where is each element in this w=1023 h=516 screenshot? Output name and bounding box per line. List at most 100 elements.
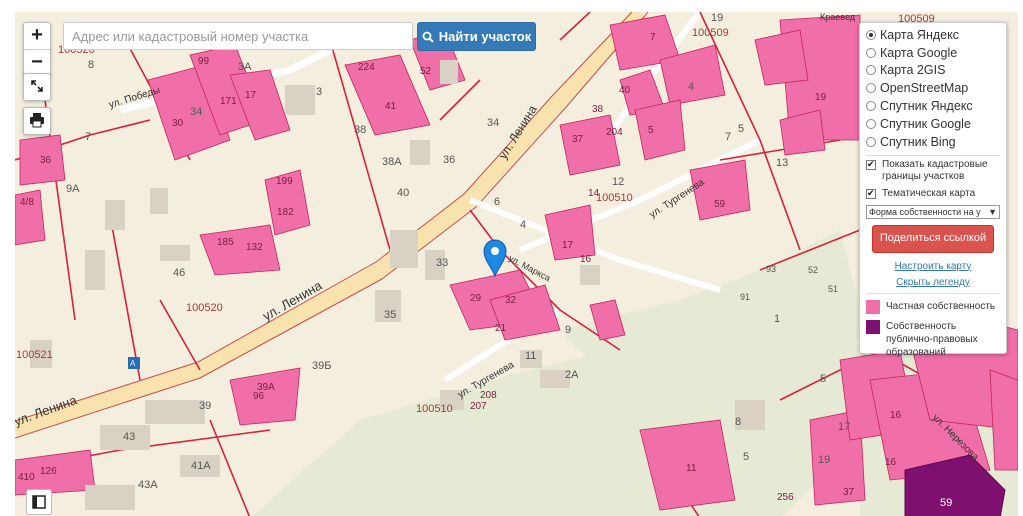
zoom-out-button[interactable]: − — [24, 49, 50, 76]
svg-text:91: 91 — [740, 292, 750, 302]
layer-google-satellite[interactable]: Спутник Google — [866, 115, 1000, 133]
svg-text:204: 204 — [606, 127, 623, 138]
svg-text:100521: 100521 — [16, 349, 53, 361]
svg-text:4/8: 4/8 — [20, 197, 34, 208]
svg-text:34: 34 — [190, 106, 202, 118]
svg-text:37: 37 — [843, 487, 855, 498]
svg-text:9: 9 — [565, 324, 571, 336]
select-value: Форма собственности на у — [869, 206, 981, 217]
radio-icon — [866, 47, 876, 58]
svg-text:51: 51 — [828, 284, 838, 294]
layer-google-map[interactable]: Карта Google — [866, 44, 1000, 62]
svg-text:7: 7 — [85, 131, 91, 143]
radio-icon — [866, 65, 876, 76]
zoom-in-button[interactable]: + — [24, 23, 50, 49]
layer-label: Карта Google — [880, 45, 958, 60]
svg-text:16: 16 — [890, 410, 902, 421]
svg-text:5: 5 — [648, 125, 654, 136]
svg-text:36: 36 — [40, 155, 52, 166]
layer-openstreetmap[interactable]: OpenStreetMap — [866, 79, 1000, 97]
svg-text:12: 12 — [612, 176, 624, 188]
legend-label: Частная собственность — [886, 300, 996, 312]
layer-bing-satellite[interactable]: Спутник Bing — [866, 133, 1000, 151]
svg-text:52: 52 — [420, 66, 432, 77]
svg-text:17: 17 — [245, 90, 257, 101]
divider — [866, 292, 1000, 294]
bottom-layer-toggle[interactable] — [26, 489, 52, 515]
svg-text:33: 33 — [436, 257, 448, 269]
find-parcel-label: Найти участок — [438, 29, 532, 44]
svg-text:207: 207 — [470, 401, 487, 412]
svg-text:8: 8 — [88, 59, 94, 71]
svg-text:17: 17 — [562, 240, 574, 251]
layer-2gis-map[interactable]: Карта 2GIS — [866, 62, 1000, 80]
layer-yandex-satellite[interactable]: Спутник Яндекс — [866, 97, 1000, 115]
svg-text:126: 126 — [40, 466, 57, 477]
layers-toggle-icon — [32, 495, 46, 509]
print-icon — [30, 113, 44, 128]
svg-text:40: 40 — [397, 187, 409, 199]
svg-text:16: 16 — [885, 457, 897, 468]
svg-text:17: 17 — [838, 421, 850, 433]
find-parcel-button[interactable]: Найти участок — [417, 22, 536, 51]
svg-text:5: 5 — [738, 123, 744, 135]
svg-text:3А: 3А — [238, 61, 252, 73]
svg-text:256: 256 — [777, 492, 794, 503]
svg-text:32: 32 — [505, 295, 517, 306]
svg-text:35: 35 — [384, 309, 396, 321]
svg-text:37: 37 — [572, 134, 584, 145]
checkbox-icon — [866, 187, 876, 199]
svg-text:93: 93 — [766, 264, 776, 274]
svg-text:30: 30 — [172, 118, 184, 129]
thematic-map-checkbox[interactable]: Тематическая карта — [866, 187, 1000, 200]
svg-text:41А: 41А — [191, 460, 211, 472]
svg-text:100509: 100509 — [692, 27, 729, 39]
svg-text:4: 4 — [688, 81, 694, 93]
layer-label: Спутник Bing — [880, 134, 956, 149]
svg-text:40: 40 — [619, 85, 631, 96]
svg-text:21: 21 — [495, 323, 507, 334]
svg-text:38: 38 — [592, 104, 604, 115]
svg-text:A: A — [130, 359, 136, 368]
legend-item-public: Собственность публично-правовых образова… — [866, 319, 1000, 359]
svg-text:7: 7 — [650, 32, 656, 43]
svg-text:100510: 100510 — [596, 192, 633, 204]
svg-text:38: 38 — [354, 124, 366, 136]
radio-icon — [866, 83, 876, 94]
svg-text:Краевед: Краевед — [820, 12, 856, 22]
legend-item-private: Частная собственность — [866, 299, 1000, 314]
svg-text:19: 19 — [818, 454, 830, 466]
print-button[interactable] — [23, 107, 51, 135]
fullscreen-button[interactable] — [23, 73, 51, 101]
thematic-select[interactable]: Форма собственности на у ▼ — [866, 204, 1000, 219]
svg-text:185: 185 — [217, 237, 234, 248]
expand-icon — [31, 80, 43, 92]
svg-text:132: 132 — [246, 242, 263, 253]
chevron-down-icon: ▼ — [988, 206, 997, 217]
svg-text:3: 3 — [316, 86, 322, 98]
svg-text:1: 1 — [774, 313, 780, 325]
svg-text:6: 6 — [494, 196, 500, 208]
layer-label: Карта 2GIS — [880, 63, 946, 78]
radio-icon — [866, 101, 876, 112]
svg-text:5: 5 — [820, 373, 826, 385]
share-link-button[interactable]: Поделиться ссылкой — [872, 224, 994, 253]
search-input[interactable] — [63, 22, 413, 50]
svg-text:36: 36 — [443, 154, 455, 166]
layer-yandex-map[interactable]: Карта Яндекс — [866, 26, 1000, 44]
location-marker — [483, 239, 507, 278]
configure-map-link[interactable]: Настроить карту — [866, 261, 1000, 272]
legend-label: Собственность публично-правовых образова… — [886, 320, 978, 358]
svg-text:13: 13 — [776, 157, 788, 169]
svg-text:59: 59 — [940, 497, 952, 509]
radio-icon — [866, 29, 876, 40]
checkbox-label: Тематическая карта — [882, 187, 976, 199]
show-cadastral-borders-checkbox[interactable]: Показать кадастровые границы участков — [866, 158, 1000, 183]
hide-legend-link[interactable]: Скрыть легенду — [866, 277, 1000, 288]
legend-swatch — [866, 319, 880, 334]
svg-text:4: 4 — [520, 219, 526, 231]
radio-icon — [866, 136, 876, 147]
svg-text:2А: 2А — [565, 369, 579, 381]
layer-label: OpenStreetMap — [880, 81, 969, 96]
zoom-control: + − — [23, 22, 51, 77]
